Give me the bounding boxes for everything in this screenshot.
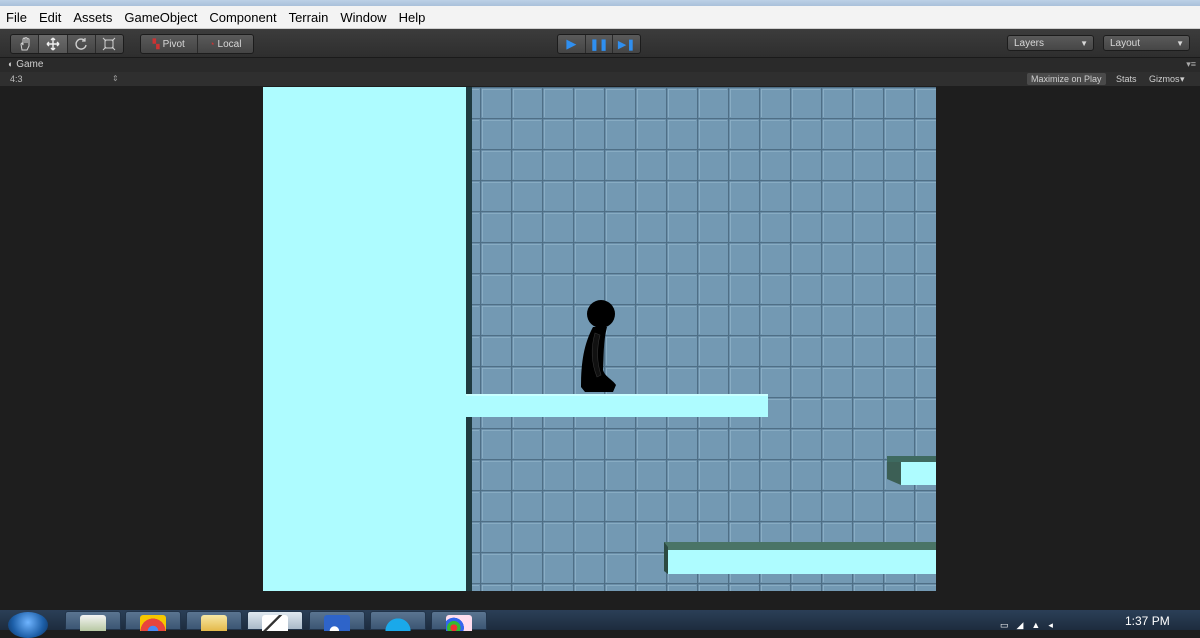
- game-viewport[interactable]: [263, 87, 936, 591]
- local-icon: ◔: [209, 39, 215, 49]
- scale-tool-button[interactable]: [96, 35, 123, 53]
- start-button-icon[interactable]: [8, 612, 48, 638]
- layers-label: Layers: [1014, 38, 1045, 49]
- tiled-background-wall: [466, 87, 936, 591]
- taskbar-app-browser[interactable]: [309, 611, 365, 631]
- gizmos-button[interactable]: Gizmos: [1145, 73, 1184, 85]
- game-tab-title: Game: [16, 59, 44, 70]
- left-cyan-wall: [263, 87, 466, 591]
- taskbar-app-notepad[interactable]: [65, 611, 121, 631]
- local-label: Local: [217, 38, 242, 50]
- layers-dropdown[interactable]: Layers ▼: [1007, 35, 1094, 51]
- layout-dropdown[interactable]: Layout ▼: [1103, 35, 1190, 51]
- chevron-updown-icon: ⇕: [112, 74, 119, 83]
- lower-platform-side: [664, 542, 668, 574]
- notepad-icon: [80, 615, 106, 631]
- pivot-label: Pivot: [162, 38, 185, 50]
- menu-file[interactable]: File: [0, 10, 33, 25]
- menu-gameobject[interactable]: GameObject: [118, 10, 203, 25]
- taskbar-clock[interactable]: 1:37 PM: [1125, 614, 1170, 628]
- transform-tools: [10, 34, 124, 54]
- play-button[interactable]: ▶: [558, 35, 586, 53]
- play-icon: ▶: [566, 36, 577, 51]
- pause-icon: ❚❚: [589, 38, 609, 51]
- right-block-top: [887, 456, 936, 462]
- unity-icon: [262, 615, 288, 631]
- game-tab-icon: ◐: [8, 59, 14, 69]
- wall-shadow-strip: [466, 87, 472, 591]
- hand-tool-button[interactable]: [11, 35, 40, 53]
- scale-icon: [103, 37, 116, 51]
- step-button[interactable]: ▶❚: [613, 35, 640, 53]
- tab-menu-icon[interactable]: ▾≡: [1186, 59, 1196, 70]
- paint-icon: [446, 615, 472, 631]
- game-view-toolbar: 4:3 ⇕ Maximize on Play Stats Gizmos ▾: [0, 72, 1200, 86]
- menu-window[interactable]: Window: [334, 10, 392, 25]
- browser-icon: [324, 615, 350, 631]
- main-toolbar: ▚ Pivot ◔ Local ▶ ❚❚ ▶❚ Layers ▼ Layout …: [0, 29, 1200, 58]
- game-tab-bar: ◐ Game ▾≡: [0, 58, 1200, 72]
- menu-bar: File Edit Assets GameObject Component Te…: [0, 6, 1200, 29]
- pivot-button[interactable]: ▚ Pivot: [141, 35, 198, 53]
- taskbar-app-unity[interactable]: [247, 611, 303, 631]
- hand-icon: [20, 37, 30, 51]
- aspect-dropdown[interactable]: 4:3: [10, 74, 23, 84]
- rotate-icon: [75, 38, 87, 50]
- skype-icon: [385, 615, 411, 631]
- system-tray-icons[interactable]: ▭◢▲◂: [1000, 620, 1070, 630]
- pivot-local-toggle: ▚ Pivot ◔ Local: [140, 34, 254, 54]
- menu-component[interactable]: Component: [203, 10, 282, 25]
- taskbar-app-chrome[interactable]: [125, 611, 181, 631]
- tab-game[interactable]: ◐ Game: [8, 59, 43, 70]
- taskbar-app-paint[interactable]: [431, 611, 487, 631]
- chevron-down-icon: ▼: [1176, 39, 1184, 48]
- folder-icon: [201, 615, 227, 631]
- taskbar-app-skype[interactable]: [370, 611, 426, 631]
- game-scene: [263, 87, 936, 591]
- maximize-on-play-button[interactable]: Maximize on Play: [1027, 73, 1106, 85]
- move-icon: [46, 37, 60, 51]
- layout-label: Layout: [1110, 38, 1141, 49]
- step-icon: ▶❚: [617, 38, 636, 51]
- stats-button[interactable]: Stats: [1112, 73, 1141, 85]
- upper-ledge-edge: [466, 394, 768, 396]
- menu-help[interactable]: Help: [393, 10, 432, 25]
- menu-edit[interactable]: Edit: [33, 10, 67, 25]
- pivot-icon: ▚: [152, 38, 160, 49]
- right-small-platform: [901, 462, 936, 485]
- local-button[interactable]: ◔ Local: [198, 35, 254, 53]
- taskbar-app-explorer[interactable]: [186, 611, 242, 631]
- menu-assets[interactable]: Assets: [67, 10, 118, 25]
- gizmos-dropdown-icon[interactable]: ▾: [1180, 73, 1185, 85]
- lower-platform-top: [664, 542, 936, 551]
- character-head: [587, 300, 615, 328]
- playback-controls: ▶ ❚❚ ▶❚: [557, 34, 641, 54]
- upper-ledge-platform: [466, 394, 768, 417]
- menu-terrain[interactable]: Terrain: [283, 10, 335, 25]
- lower-platform: [668, 550, 936, 574]
- move-tool-button[interactable]: [39, 35, 68, 53]
- windows-taskbar: ▭◢▲◂ 1:37 PM: [0, 610, 1200, 638]
- chevron-down-icon: ▼: [1080, 39, 1088, 48]
- pause-button[interactable]: ❚❚: [586, 35, 614, 53]
- chrome-icon: [140, 615, 166, 631]
- rotate-tool-button[interactable]: [68, 35, 96, 53]
